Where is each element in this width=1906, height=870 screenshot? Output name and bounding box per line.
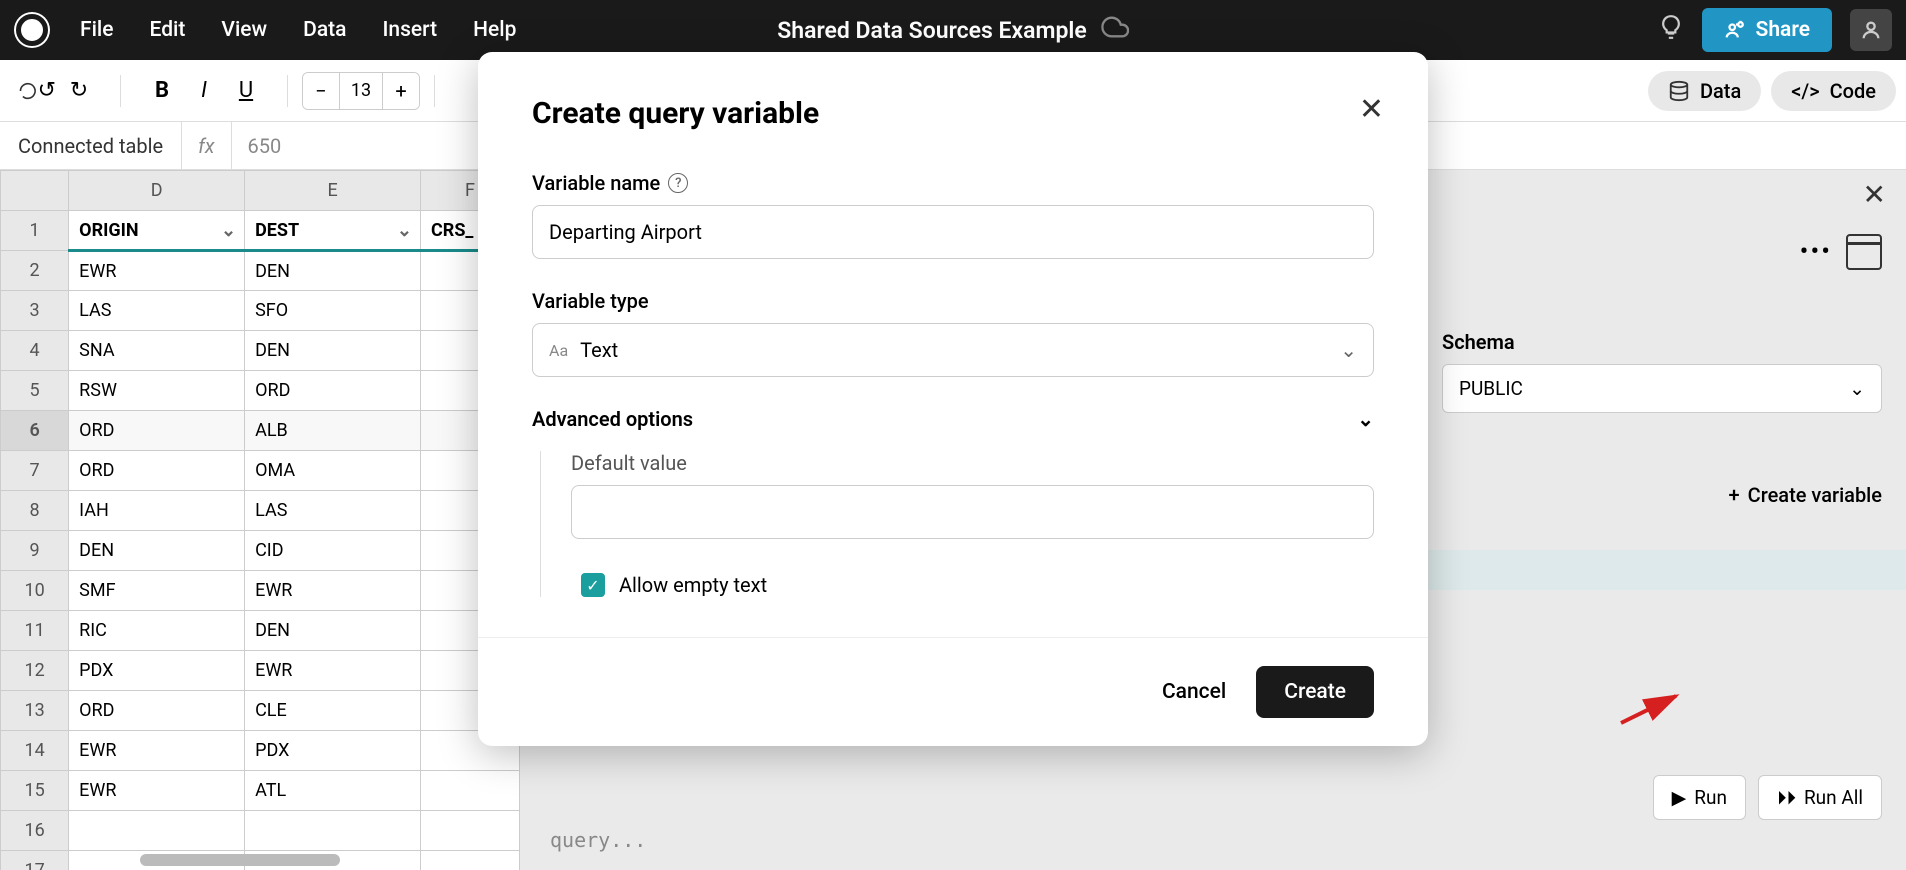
allow-empty-label: Allow empty text bbox=[619, 573, 767, 597]
variable-type-value: Text bbox=[580, 338, 618, 362]
variable-name-input[interactable] bbox=[532, 205, 1374, 259]
modal-close-button[interactable]: ✕ bbox=[1359, 92, 1384, 127]
advanced-options-toggle[interactable]: Advanced options ⌄ bbox=[532, 407, 1374, 431]
modal-backdrop: Create query variable ✕ Variable name ? … bbox=[0, 0, 1906, 870]
variable-type-select[interactable]: Aa Text ⌄ bbox=[532, 323, 1374, 377]
variable-type-label: Variable type bbox=[532, 289, 1374, 313]
modal-title: Create query variable bbox=[532, 96, 1374, 131]
create-query-variable-modal: Create query variable ✕ Variable name ? … bbox=[478, 52, 1428, 746]
advanced-options-body: Default value ✓ Allow empty text bbox=[540, 451, 1374, 597]
modal-footer: Cancel Create bbox=[478, 637, 1428, 746]
text-type-icon: Aa bbox=[549, 341, 568, 360]
cancel-button[interactable]: Cancel bbox=[1162, 680, 1226, 704]
create-button[interactable]: Create bbox=[1256, 666, 1374, 718]
allow-empty-checkbox[interactable]: ✓ bbox=[581, 573, 605, 597]
default-value-input[interactable] bbox=[571, 485, 1374, 539]
help-icon[interactable]: ? bbox=[668, 173, 688, 193]
advanced-options-label: Advanced options bbox=[532, 407, 693, 431]
chevron-down-icon: ⌄ bbox=[1357, 407, 1374, 431]
chevron-down-icon: ⌄ bbox=[1340, 338, 1357, 362]
variable-name-label: Variable name ? bbox=[532, 171, 1374, 195]
default-value-label: Default value bbox=[571, 451, 1374, 475]
